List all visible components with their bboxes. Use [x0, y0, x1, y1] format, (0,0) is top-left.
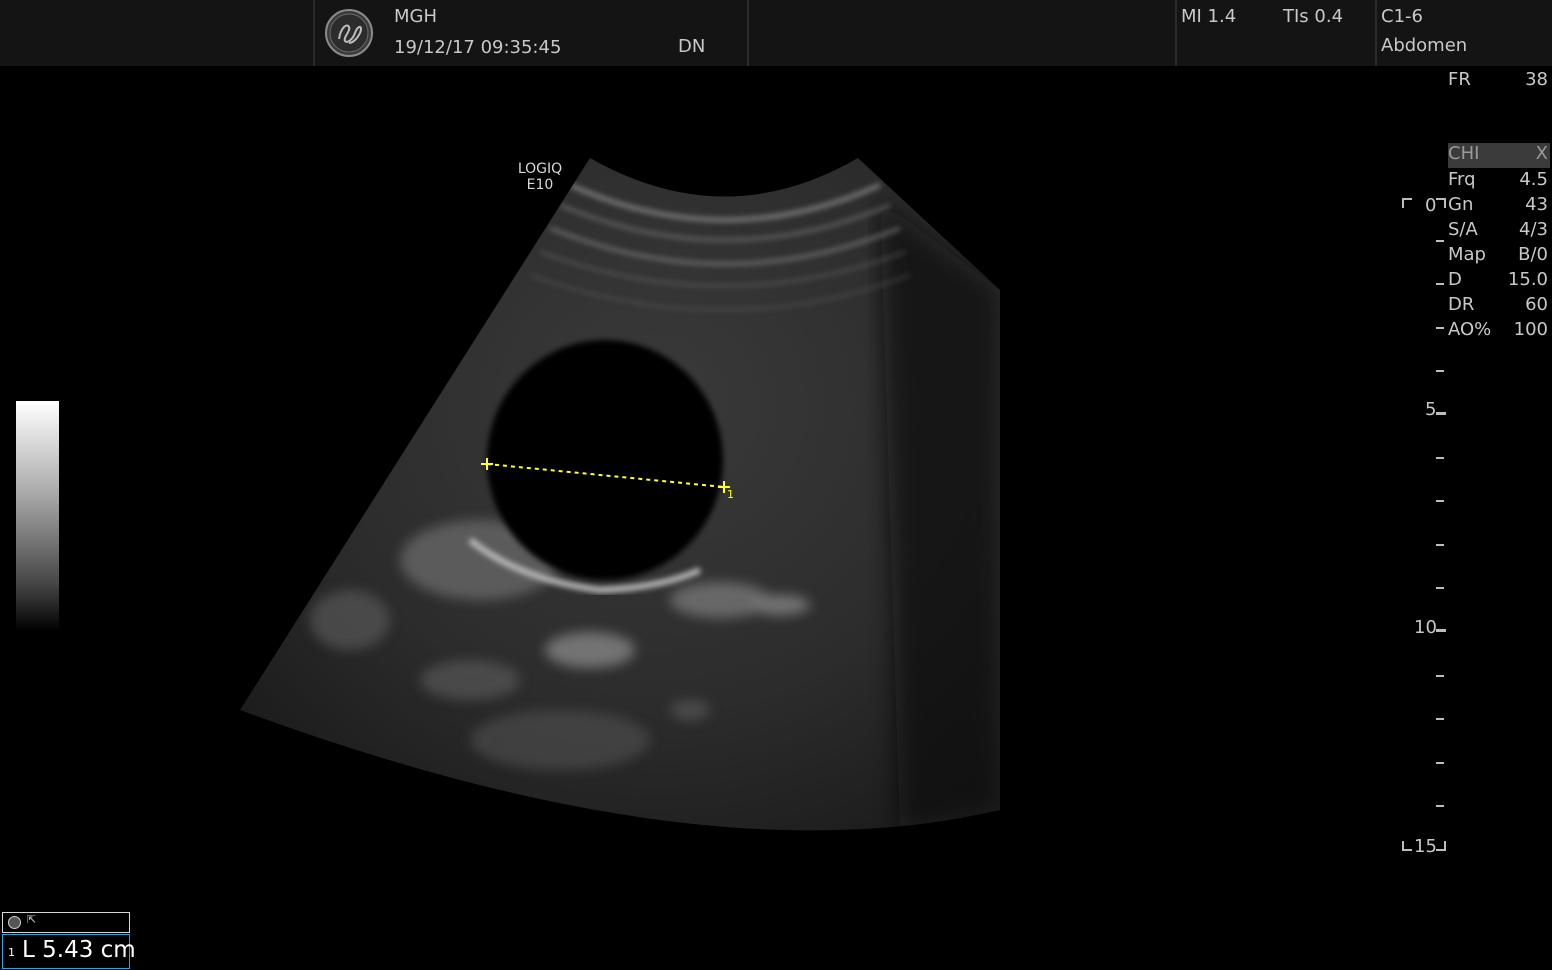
param-label: CHI [1448, 143, 1480, 164]
thermal-index: TIs 0.4 [1283, 6, 1344, 27]
ge-logo-icon [325, 9, 373, 57]
probe-name: C1-6 [1381, 6, 1423, 27]
cursor-icon: ⇱ [27, 913, 37, 926]
header-divider [1375, 0, 1377, 66]
param-label: Frq [1448, 169, 1476, 190]
param-dynamic-range: DR 60 [1448, 294, 1550, 319]
depth-scale: 0 5 10 15 [1400, 195, 1448, 857]
device-model-line1: LOGIQ [518, 161, 562, 177]
institution-name: MGH [394, 6, 438, 27]
mechanical-index: MI 1.4 [1181, 6, 1237, 27]
param-value: 38 [1525, 69, 1548, 90]
param-chi: CHI X [1448, 143, 1550, 168]
ultrasound-image: LOGIQ E10 1 [240, 158, 1000, 831]
header-divider [313, 0, 315, 66]
param-label: AO% [1448, 319, 1492, 340]
param-gain: Gn 43 [1448, 194, 1550, 219]
param-value: 100 [1513, 319, 1548, 340]
scan-sector [240, 158, 1000, 831]
param-value: X [1535, 143, 1548, 164]
depth-label: 10 [1414, 617, 1437, 638]
param-sa: S/A 4/3 [1448, 219, 1550, 244]
caliper-label: 1 [727, 488, 734, 501]
depth-label: 5 [1425, 399, 1437, 420]
exam-datetime: 19/12/17 09:35:45 [394, 37, 562, 58]
param-value: 15.0 [1507, 269, 1548, 290]
grayscale-bar [16, 401, 59, 631]
param-label: D [1448, 269, 1462, 290]
measurement-value: L 5.43 cm [22, 937, 136, 963]
param-frequency: Frq 4.5 [1448, 169, 1550, 194]
param-frame-rate: FR 38 [1448, 69, 1550, 94]
device-model-line2: E10 [527, 177, 554, 193]
param-value: 60 [1525, 294, 1548, 315]
header-divider [747, 0, 749, 66]
record-icon [8, 916, 21, 929]
param-map: Map B/0 [1448, 244, 1550, 269]
param-acoustic-output: AO% 100 [1448, 319, 1550, 344]
param-label: S/A [1448, 219, 1478, 240]
param-label: FR [1448, 69, 1471, 90]
measurement-header[interactable]: ⇱ [2, 912, 130, 933]
depth-label: 15 [1414, 836, 1437, 857]
exam-preset: Abdomen [1381, 35, 1468, 56]
param-label: DR [1448, 294, 1475, 315]
param-value: 4/3 [1519, 219, 1548, 240]
param-value: 4.5 [1519, 169, 1548, 190]
param-value: B/0 [1518, 244, 1548, 265]
measurement-index: 1 [8, 946, 15, 959]
param-label: Gn [1448, 194, 1474, 215]
param-label: Map [1448, 244, 1486, 265]
header-divider [1175, 0, 1177, 66]
param-depth: D 15.0 [1448, 269, 1550, 294]
depth-label: 0 [1425, 195, 1437, 216]
operator-initials: DN [678, 36, 706, 57]
param-value: 43 [1525, 194, 1548, 215]
